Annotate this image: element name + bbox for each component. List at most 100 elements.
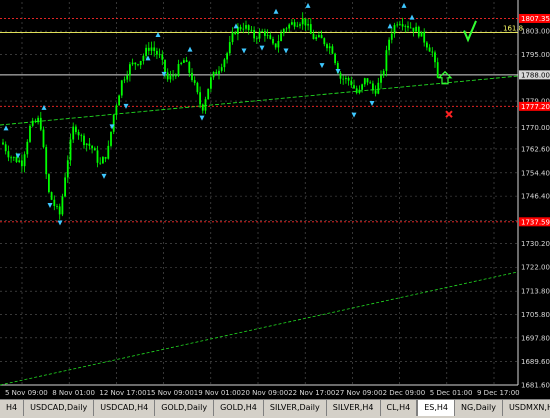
chart-tab[interactable]: GOLD,H4	[214, 400, 264, 416]
fractal-arrow-icon	[3, 125, 9, 131]
time-tick-label: 12 Nov 17:00	[99, 389, 146, 397]
chart-tab[interactable]: H4	[0, 400, 25, 416]
price-tick-label: 1681.60	[521, 382, 550, 390]
candle-body	[320, 35, 323, 39]
candle-body	[207, 88, 210, 100]
candle-body	[255, 38, 258, 40]
candle-body	[407, 25, 409, 28]
chart-tab[interactable]: GOLD,Daily	[155, 400, 215, 416]
candle-body	[112, 114, 115, 132]
candle-body	[345, 77, 347, 80]
candle-body	[347, 77, 350, 81]
candle-body	[156, 50, 158, 55]
candle-body	[172, 75, 174, 77]
time-tick-label: 27 Nov 09:00	[335, 389, 382, 397]
chart-canvas[interactable]: 1803.001795.001788.001779.001770.001762.…	[0, 0, 550, 399]
candle-body	[264, 31, 266, 36]
candle-body	[2, 142, 4, 145]
chart-tab[interactable]: USDMXN,H4	[503, 400, 550, 416]
candle-body	[131, 62, 134, 65]
candle-body	[253, 29, 255, 39]
candle-body	[312, 33, 315, 40]
chart-tab[interactable]: USDCAD,H4	[94, 400, 156, 416]
price-tick-label: 1803.00	[521, 28, 550, 36]
candle-body	[388, 39, 390, 51]
fractal-arrow-icon	[401, 2, 407, 8]
chart-tab[interactable]: NG,Daily	[455, 400, 503, 416]
fractal-arrow-icon	[387, 23, 393, 29]
candle-body	[266, 35, 269, 37]
candle-body	[415, 26, 417, 32]
fractal-arrow-icon	[161, 71, 167, 77]
candle-body	[4, 144, 7, 152]
candle-body	[334, 53, 336, 64]
candle-body	[242, 28, 245, 30]
price-tick-label: 1705.80	[521, 311, 550, 319]
candle-body	[88, 143, 91, 146]
candle-body	[374, 90, 377, 94]
chart-tab[interactable]: ES,H4	[417, 400, 455, 416]
fractal-arrow-icon	[57, 220, 63, 226]
candle-body	[177, 64, 180, 77]
candle-body	[99, 162, 102, 164]
candle-body	[39, 117, 42, 130]
price-tick-label: 1795.00	[521, 51, 550, 59]
candle-body	[363, 78, 366, 85]
price-chart[interactable]: 1803.001795.001788.001779.001770.001762.…	[0, 0, 550, 399]
chart-tab[interactable]: SILVER,H4	[327, 400, 381, 416]
candle-body	[93, 148, 96, 151]
candle-body	[366, 78, 369, 83]
up-arrow-icon	[437, 70, 453, 85]
candle-body	[304, 18, 307, 26]
candle-body	[126, 75, 129, 80]
candle-body	[417, 26, 420, 37]
candle-body	[61, 196, 64, 215]
candle-body	[75, 126, 77, 133]
candle-body	[69, 139, 72, 161]
candle-body	[166, 72, 169, 80]
candle-body	[288, 24, 291, 29]
candle-body	[48, 174, 50, 193]
candle-body	[80, 135, 83, 137]
price-tick-label: 1746.40	[521, 193, 550, 201]
candle-body	[409, 27, 412, 29]
candle-body	[210, 77, 212, 89]
candle-body	[153, 47, 156, 51]
candle-body	[91, 145, 93, 149]
candle-body	[231, 32, 234, 43]
candle-body	[339, 73, 342, 79]
trend-line-support	[0, 75, 519, 126]
candle-body	[77, 132, 80, 136]
candle-body	[10, 157, 12, 159]
candle-body	[282, 28, 285, 34]
candle-body	[107, 145, 110, 159]
chart-tab[interactable]: CL,H4	[381, 400, 418, 416]
candle-body	[56, 205, 58, 207]
candle-body	[58, 206, 61, 215]
candle-body	[64, 177, 66, 197]
price-tick-label: 1722.00	[521, 264, 550, 272]
chart-tab[interactable]: SILVER,Daily	[264, 400, 327, 416]
candle-body	[29, 125, 31, 142]
fractal-arrow-icon	[369, 101, 375, 107]
candle-body	[115, 105, 118, 115]
candle-body	[18, 160, 21, 162]
candle-body	[299, 24, 301, 26]
candle-body	[228, 42, 231, 54]
chart-tab[interactable]: USDCAD,Daily	[24, 400, 95, 416]
candle-body	[31, 120, 34, 126]
candle-body	[199, 92, 201, 105]
candle-body	[201, 104, 204, 111]
candle-body	[269, 35, 272, 39]
candle-body	[223, 59, 226, 68]
candle-body	[426, 42, 428, 48]
candle-body	[420, 31, 423, 37]
candle-body	[396, 24, 399, 26]
candle-body	[307, 24, 309, 26]
fractal-arrow-icon	[273, 8, 279, 14]
candle-body	[245, 25, 247, 29]
level-badge-label: 1788.00	[521, 71, 550, 79]
candle-body	[293, 22, 296, 27]
candle-body	[110, 131, 112, 146]
candle-body	[261, 31, 264, 33]
